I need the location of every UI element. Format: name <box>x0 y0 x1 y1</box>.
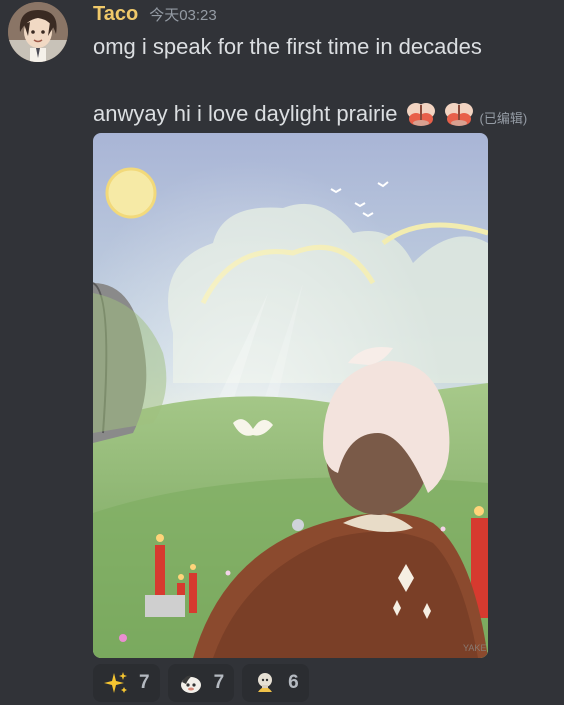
sparkles-icon <box>103 670 129 696</box>
reaction-count: 6 <box>288 672 299 693</box>
message-line-2: anwyay hi i love daylight prairie (已编辑) <box>93 96 527 132</box>
user-avatar[interactable] <box>8 2 68 62</box>
image-attachment[interactable]: YAKE <box>93 133 488 658</box>
artwork-image: YAKE <box>93 133 488 658</box>
artist-signature: YAKE <box>463 643 486 653</box>
reaction-count: 7 <box>139 672 150 693</box>
reaction-count: 7 <box>213 672 225 693</box>
username[interactable]: Taco <box>93 3 138 26</box>
message-line-2-text: anwyay hi i love daylight prairie <box>93 101 398 126</box>
edited-label: (已编辑) <box>479 110 528 126</box>
reaction-custom-moth[interactable]: 6 <box>242 664 309 702</box>
moth-emoji-icon <box>252 670 278 696</box>
chat-message: Taco 今天03:23 omg i speak for the first t… <box>0 0 564 705</box>
reaction-custom-creature[interactable]: 7 <box>167 664 235 702</box>
prairie-butterfly-emoji[interactable] <box>404 97 438 131</box>
reaction-sparkles[interactable]: 7 <box>93 664 160 702</box>
reactions-bar: 7 7 6 <box>93 664 309 702</box>
timestamp[interactable]: 今天03:23 <box>149 4 217 25</box>
creature-emoji-icon <box>178 670 204 696</box>
message-line-1: omg i speak for the first time in decade… <box>93 34 482 59</box>
prairie-butterfly-emoji[interactable] <box>442 97 476 131</box>
avatar-image <box>8 2 68 62</box>
message-header: Taco 今天03:23 <box>93 3 217 27</box>
